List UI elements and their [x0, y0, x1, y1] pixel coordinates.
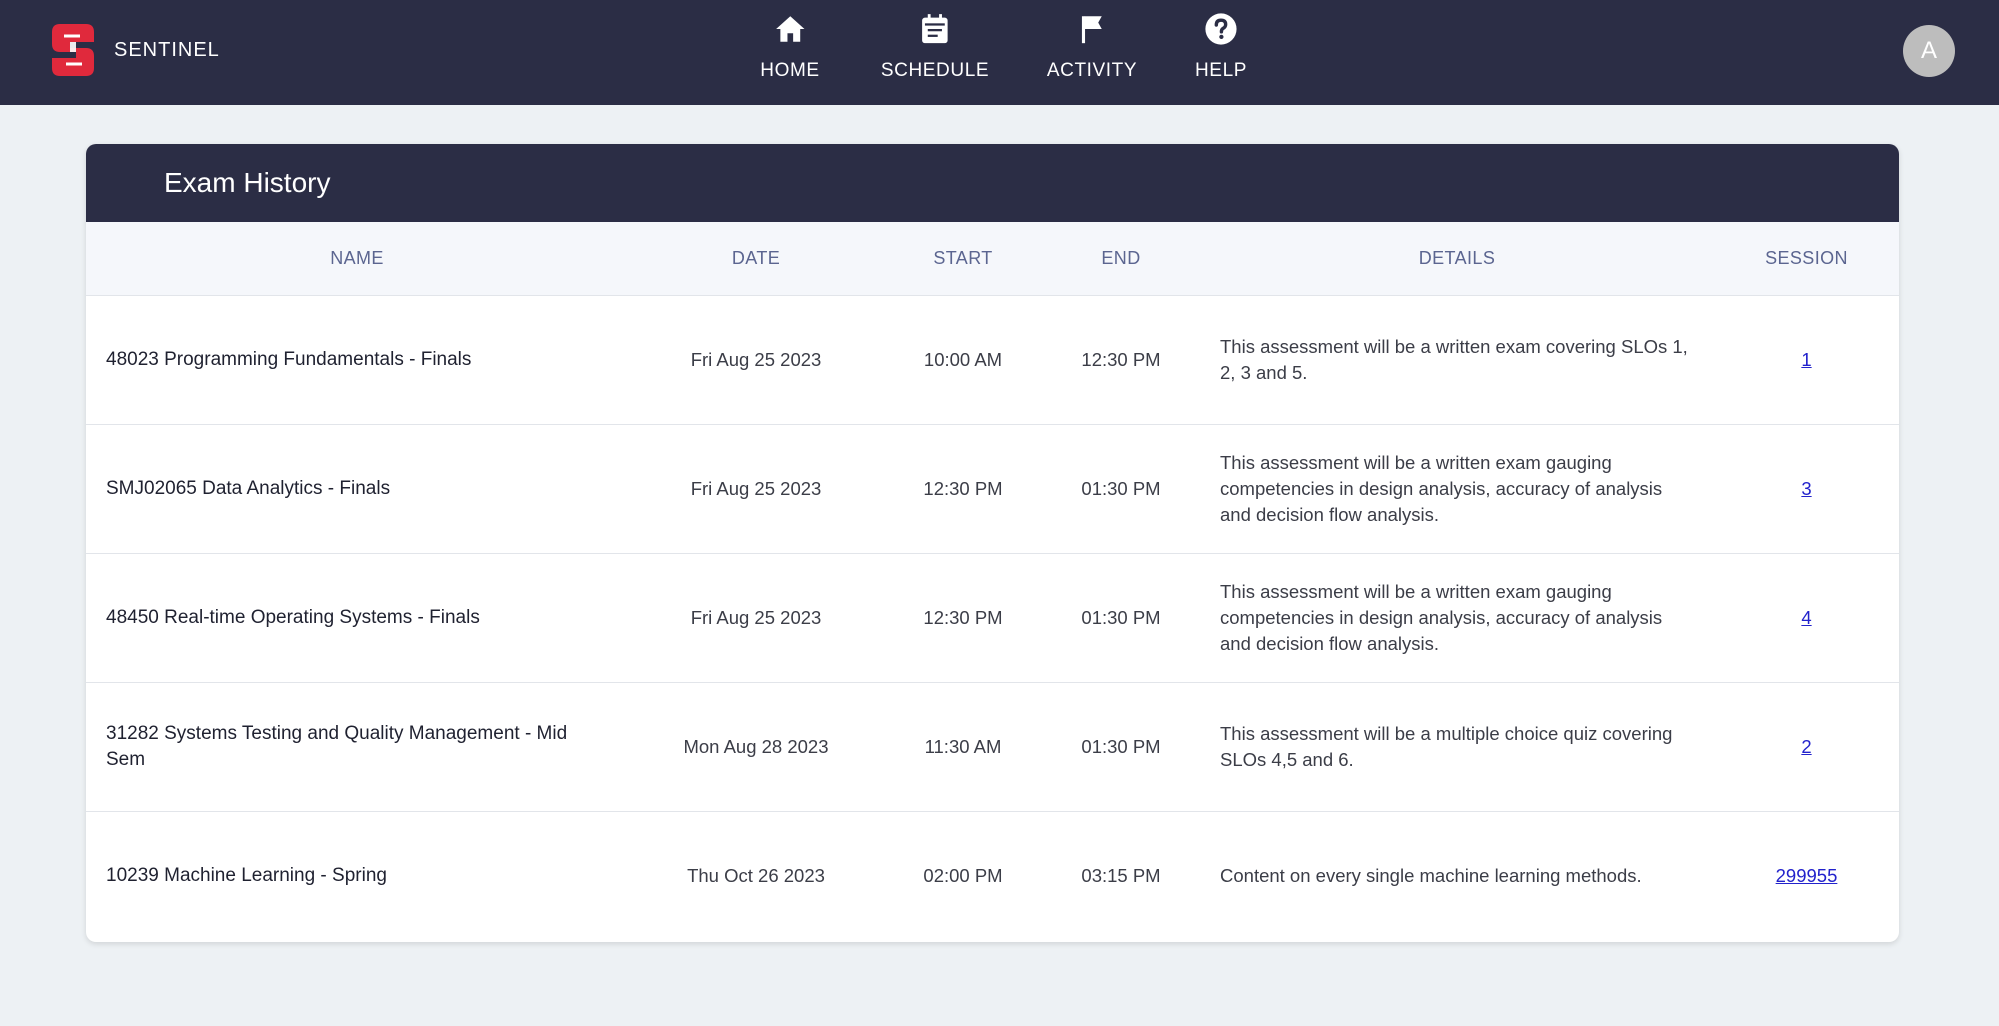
table-row: 31282 Systems Testing and Quality Manage… — [86, 682, 1899, 811]
brand[interactable]: SENTINEL — [50, 22, 220, 78]
exam-history-table: NAME DATE START END DETAILS SESSION 4802… — [86, 222, 1899, 940]
session-link[interactable]: 1 — [1801, 349, 1811, 370]
exam-details: This assessment will be a written exam g… — [1220, 580, 1663, 654]
exam-session-cell: 3 — [1714, 424, 1899, 553]
exam-start: 12:30 PM — [923, 606, 1003, 628]
exam-session-cell: 1 — [1714, 295, 1899, 424]
exam-end: 01:30 PM — [1081, 606, 1161, 628]
nav-home-label: HOME — [760, 60, 820, 81]
exam-end: 01:30 PM — [1081, 735, 1161, 757]
exam-history-card: Exam History NAME DATE START END DETAILS… — [86, 144, 1899, 942]
nav-home[interactable]: HOME — [760, 12, 819, 82]
column-header-start[interactable]: START — [884, 222, 1042, 296]
exam-session-cell: 4 — [1714, 553, 1899, 682]
card-header: Exam History — [86, 144, 1899, 222]
top-navbar: SENTINEL HOME SCHEDULE ACTIVITY HELP A — [0, 0, 1999, 105]
help-icon — [1205, 13, 1237, 45]
flag-icon — [1082, 16, 1102, 44]
user-avatar[interactable]: A — [1903, 25, 1955, 77]
home-icon — [775, 16, 805, 42]
exam-details: This assessment will be a written exam c… — [1220, 335, 1688, 383]
sentinel-logo-icon — [52, 24, 94, 76]
exam-date: Fri Aug 25 2023 — [690, 348, 822, 370]
exam-name: 10239 Machine Learning - Spring — [106, 864, 387, 886]
column-header-details[interactable]: DETAILS — [1200, 222, 1714, 296]
column-header-end[interactable]: END — [1042, 222, 1200, 296]
table-row: 10239 Machine Learning - Spring Thu Oct … — [86, 811, 1899, 940]
exam-end: 12:30 PM — [1081, 348, 1161, 370]
column-header-date[interactable]: DATE — [628, 222, 884, 296]
exam-name: 31282 Systems Testing and Quality Manage… — [106, 722, 568, 770]
session-link[interactable]: 299955 — [1776, 865, 1838, 886]
exam-end: 03:15 PM — [1081, 864, 1161, 886]
exam-date: Thu Oct 26 2023 — [687, 864, 825, 886]
exam-details: Content on every single machine learning… — [1220, 864, 1642, 886]
nav-schedule[interactable]: SCHEDULE — [881, 12, 989, 82]
exam-date: Mon Aug 28 2023 — [683, 735, 829, 757]
exam-date: Fri Aug 25 2023 — [690, 477, 822, 499]
nav-schedule-label: SCHEDULE — [880, 60, 990, 81]
session-link[interactable]: 2 — [1801, 736, 1811, 757]
exam-date: Fri Aug 25 2023 — [690, 606, 822, 628]
exam-session-cell: 299955 — [1714, 811, 1899, 940]
table-row: SMJ02065 Data Analytics - Finals Fri Aug… — [86, 424, 1899, 553]
exam-name: 48450 Real-time Operating Systems - Fina… — [106, 606, 480, 628]
session-link[interactable]: 4 — [1801, 607, 1811, 628]
session-link[interactable]: 3 — [1801, 478, 1811, 499]
exam-start: 11:30 AM — [924, 735, 1002, 757]
table-header-row: NAME DATE START END DETAILS SESSION — [86, 222, 1899, 296]
brand-name: SENTINEL — [114, 38, 220, 61]
calendar-icon — [922, 14, 948, 44]
exam-details: This assessment will be a written exam g… — [1220, 451, 1663, 525]
exam-start: 12:30 PM — [923, 477, 1003, 499]
column-header-name[interactable]: NAME — [86, 222, 628, 296]
nav-help-label: HELP — [1194, 60, 1248, 81]
exam-name: 48023 Programming Fundamentals - Finals — [106, 348, 472, 370]
column-header-session[interactable]: SESSION — [1714, 222, 1899, 296]
nav-activity-label: ACTIVITY — [1046, 60, 1138, 81]
table-row: 48023 Programming Fundamentals - Finals … — [86, 295, 1899, 424]
card-title: Exam History — [164, 167, 331, 198]
exam-end: 01:30 PM — [1081, 477, 1161, 499]
table-row: 48450 Real-time Operating Systems - Fina… — [86, 553, 1899, 682]
exam-details: This assessment will be a multiple choic… — [1220, 722, 1673, 770]
exam-session-cell: 2 — [1714, 682, 1899, 811]
exam-start: 10:00 AM — [923, 348, 1003, 370]
exam-start: 02:00 PM — [923, 864, 1003, 886]
nav-activity[interactable]: ACTIVITY — [1047, 12, 1137, 82]
exam-name: SMJ02065 Data Analytics - Finals — [106, 477, 391, 499]
nav-help[interactable]: HELP — [1195, 12, 1247, 82]
